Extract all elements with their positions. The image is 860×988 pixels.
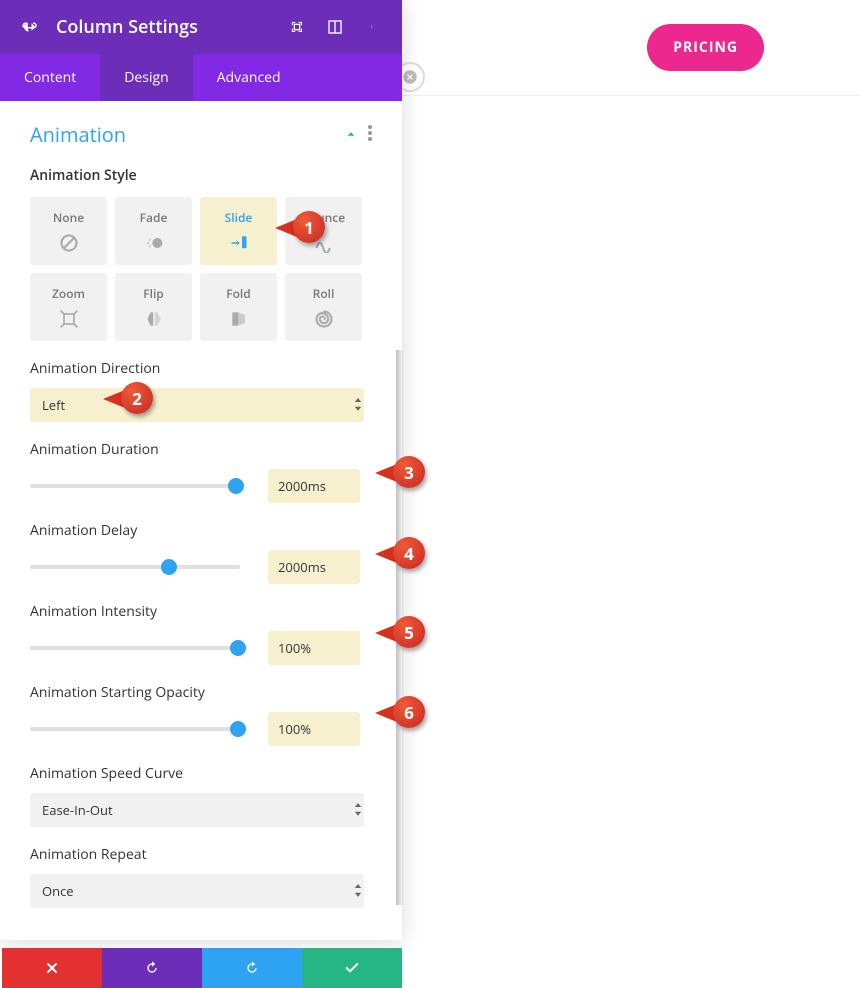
intensity-input[interactable] — [268, 631, 360, 665]
settings-panel: Column Settings Content Design Advanced … — [0, 0, 402, 940]
style-zoom[interactable]: Zoom — [30, 273, 107, 341]
back-icon[interactable] — [20, 17, 40, 37]
slider-thumb[interactable] — [228, 478, 244, 494]
tile-label: Zoom — [52, 285, 85, 302]
tile-label: Fade — [140, 209, 168, 226]
layout-icon[interactable] — [326, 18, 344, 36]
style-fade[interactable]: Fade — [115, 197, 192, 265]
callout-4: 4 — [375, 537, 425, 571]
header-tools — [288, 18, 382, 36]
slide-icon — [228, 232, 250, 254]
tab-content[interactable]: Content — [0, 54, 100, 101]
label-animation-style: Animation Style — [30, 166, 372, 185]
pricing-button[interactable]: PRICING — [647, 24, 764, 71]
roll-icon — [313, 308, 335, 330]
panel-title: Column Settings — [56, 15, 288, 39]
slider-thumb[interactable] — [230, 721, 246, 737]
label-speed-curve: Animation Speed Curve — [30, 764, 372, 783]
fade-icon — [143, 232, 165, 254]
save-button[interactable] — [302, 948, 402, 988]
label-repeat: Animation Repeat — [30, 845, 372, 864]
callout-2: 2 — [103, 382, 153, 416]
tab-design[interactable]: Design — [100, 54, 192, 101]
kebab-icon[interactable] — [368, 124, 372, 146]
repeat-select[interactable] — [30, 874, 364, 908]
label-animation-direction: Animation Direction — [30, 359, 372, 378]
label-animation-duration: Animation Duration — [30, 440, 372, 459]
fold-icon — [228, 308, 250, 330]
tab-advanced[interactable]: Advanced — [193, 54, 305, 101]
chevron-up-icon[interactable] — [344, 124, 358, 146]
label-animation-delay: Animation Delay — [30, 521, 372, 540]
slider-thumb[interactable] — [161, 559, 177, 575]
tile-label: Slide — [225, 209, 253, 226]
style-slide[interactable]: Slide — [200, 197, 277, 265]
callout-6: 6 — [375, 696, 425, 730]
style-none[interactable]: None — [30, 197, 107, 265]
redo-button[interactable] — [202, 948, 302, 988]
expand-icon[interactable] — [288, 18, 306, 36]
delay-slider[interactable] — [30, 565, 240, 569]
zoom-icon — [58, 308, 80, 330]
undo-button[interactable] — [102, 948, 202, 988]
panel-header: Column Settings — [0, 0, 402, 54]
tile-label: Fold — [226, 285, 251, 302]
tile-label: None — [53, 209, 84, 226]
style-roll[interactable]: Roll — [285, 273, 362, 341]
intensity-slider[interactable] — [30, 646, 240, 650]
discard-button[interactable] — [2, 948, 102, 988]
tile-label: Flip — [143, 285, 164, 302]
callout-5: 5 — [375, 616, 425, 650]
page-topbar: PRICING — [402, 0, 860, 96]
label-animation-intensity: Animation Intensity — [30, 602, 372, 621]
duration-slider[interactable] — [30, 484, 240, 488]
flip-icon — [143, 308, 165, 330]
callout-3: 3 — [375, 456, 425, 490]
delay-input[interactable] — [268, 550, 360, 584]
section-title: Animation — [30, 121, 126, 148]
tabs: Content Design Advanced — [0, 54, 402, 101]
style-flip[interactable]: Flip — [115, 273, 192, 341]
speed-curve-select[interactable] — [30, 793, 364, 827]
duration-input[interactable] — [268, 469, 360, 503]
panel-body: Animation Animation Style None Fade Slid… — [0, 101, 402, 940]
slider-thumb[interactable] — [230, 640, 246, 656]
none-icon — [58, 232, 80, 254]
style-fold[interactable]: Fold — [200, 273, 277, 341]
kebab-icon[interactable] — [364, 18, 382, 36]
label-animation-opacity: Animation Starting Opacity — [30, 683, 372, 702]
tile-label: Roll — [313, 285, 335, 302]
direction-select[interactable] — [30, 388, 364, 422]
callout-1: 1 — [275, 211, 325, 245]
opacity-input[interactable] — [268, 712, 360, 746]
opacity-slider[interactable] — [30, 727, 240, 731]
action-bar — [2, 948, 402, 988]
section-animation-header[interactable]: Animation — [30, 121, 372, 148]
